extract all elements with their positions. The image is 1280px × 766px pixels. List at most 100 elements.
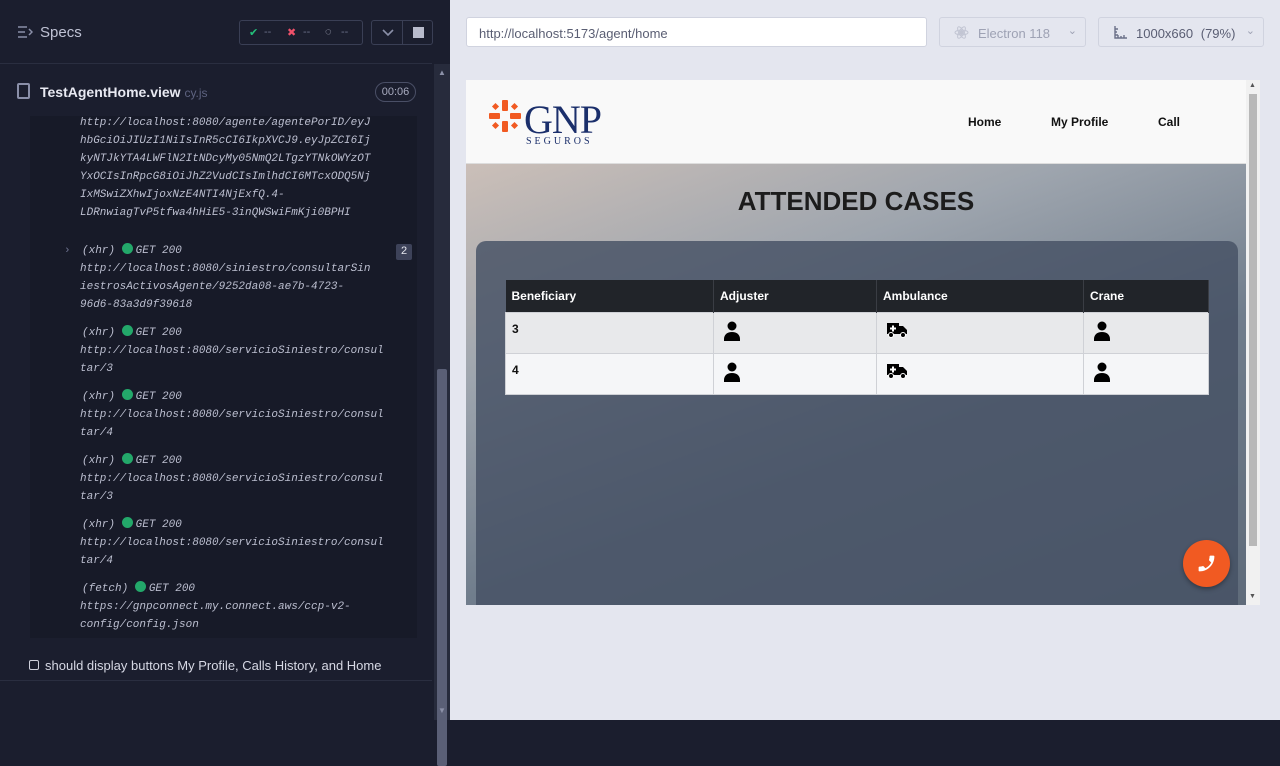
ambulance-cell[interactable] [876, 352, 1084, 395]
viewport-zoom: (79%) [1200, 26, 1236, 41]
nav-my-profile[interactable]: My Profile [1051, 115, 1108, 129]
specs-title[interactable]: Specs [40, 24, 82, 41]
status-dot-icon [121, 325, 133, 336]
table-row[interactable]: 3 [505, 311, 1209, 354]
beneficiary-cell: 4 [505, 352, 714, 395]
pending-icon: ◌ [325, 26, 332, 38]
viewport-size: 1000x660 [1136, 26, 1194, 41]
ambulance-icon[interactable] [886, 321, 908, 338]
page-title: ATTENDED CASES [737, 186, 975, 216]
scroll-up-icon[interactable]: ▲ [1249, 82, 1256, 89]
log-method: GET 200 [135, 455, 182, 467]
log-type: (fetch) [82, 583, 129, 595]
log-head: (xhr) GET 200 [82, 452, 182, 470]
url-bar[interactable]: http://localhost:5173/agent/home [466, 17, 927, 47]
specs-list-icon[interactable] [17, 25, 33, 39]
phone-icon [1198, 555, 1215, 572]
file-name-text: TestAgentHome.view [40, 84, 181, 100]
status-dot-icon [121, 453, 133, 464]
stop-icon[interactable] [413, 27, 424, 38]
crane-cell[interactable] [1083, 311, 1209, 354]
status-dot-icon [121, 243, 133, 254]
passed-count: -- [264, 26, 272, 38]
runner-panel: Specs ✔ -- ✖ -- ◌ -- TestAgentHome.view … [0, 0, 450, 766]
log-url: http://localhost:8080/servicioSiniestro/… [80, 473, 384, 503]
log-url: http://localhost:8080/siniestro/consulta… [80, 263, 371, 311]
person-icon[interactable] [1093, 321, 1111, 341]
status-dot-icon [134, 581, 146, 592]
failed-count: -- [303, 26, 311, 38]
log-head: (xhr) GET 200 [82, 516, 182, 534]
person-icon[interactable] [1093, 362, 1111, 382]
nav-home[interactable]: Home [968, 115, 1001, 129]
test-stats: ✔ -- ✖ -- ◌ -- [239, 20, 363, 45]
column-header: Adjuster [713, 280, 877, 312]
log-url: http://localhost:8080/servicioSiniestro/… [80, 409, 384, 439]
gnp-logo-icon [489, 100, 521, 132]
app-scrollbar[interactable]: ▲ ▼ [1246, 80, 1260, 605]
crane-cell[interactable] [1083, 352, 1209, 395]
log-url: http://localhost:8080/agente/agentePorID… [80, 117, 371, 219]
call-button[interactable] [1183, 540, 1230, 587]
chevron-down-icon[interactable] [382, 29, 394, 37]
log-type: (xhr) [82, 519, 116, 531]
adjuster-cell[interactable] [713, 352, 877, 395]
logo-sub: SEGUROS [526, 136, 593, 147]
test-row[interactable]: should display buttons My Profile, Calls… [0, 651, 432, 681]
adjuster-cell[interactable] [713, 311, 877, 354]
command-log: http://localhost:8080/agente/agentePorID… [30, 116, 417, 638]
log-method: GET 200 [135, 327, 182, 339]
pending-count: -- [341, 26, 349, 38]
cases-table: Beneficiary Adjuster Ambulance Crane 3 4 [505, 280, 1209, 395]
electron-icon [954, 26, 969, 39]
log-method: GET 200 [135, 519, 182, 531]
spec-file-name: TestAgentHome.view cy.js [40, 84, 208, 100]
runner-controls [371, 20, 433, 45]
ambulance-cell[interactable] [876, 311, 1084, 354]
beneficiary-cell: 3 [505, 311, 714, 354]
cases-panel: Beneficiary Adjuster Ambulance Crane 3 4 [476, 241, 1238, 605]
browser-engine: Electron 118 [978, 26, 1051, 41]
log-head: (fetch) GET 200 [82, 580, 195, 598]
app-scroll-thumb[interactable] [1249, 94, 1257, 546]
app-navbar: GNP SEGUROS Home My Profile Call [466, 80, 1246, 164]
file-ext: cy.js [184, 86, 208, 100]
runner-scrollbar[interactable]: ▲ ▼ [434, 64, 450, 766]
table-row[interactable]: 4 [505, 352, 1209, 395]
person-icon[interactable] [723, 362, 741, 382]
test-status-icon [29, 660, 39, 670]
column-header: Beneficiary [505, 280, 714, 312]
ambulance-icon[interactable] [886, 362, 908, 379]
viewport-info[interactable]: 1000x660 (79%) ⌄ [1098, 17, 1264, 47]
spec-file-row[interactable]: TestAgentHome.view cy.js 00:06 [0, 78, 432, 106]
chevron-right-icon[interactable]: › [64, 242, 71, 260]
scroll-down-icon[interactable]: ▼ [438, 706, 446, 715]
browser-selector[interactable]: Electron 118 ⌄ [939, 17, 1086, 47]
passed-icon: ✔ [249, 27, 259, 39]
specs-header: Specs ✔ -- ✖ -- ◌ -- [0, 0, 433, 64]
scroll-up-icon[interactable]: ▲ [438, 68, 446, 77]
column-header: Ambulance [876, 280, 1084, 312]
status-dot-icon [121, 389, 133, 400]
aut-panel: http://localhost:5173/agent/home Electro… [450, 0, 1280, 720]
log-method: GET 200 [135, 245, 182, 257]
table-header-row: Beneficiary Adjuster Ambulance Crane [505, 280, 1209, 312]
spec-timer: 00:06 [375, 82, 416, 102]
log-url: https://gnpconnect.my.connect.aws/ccp-v2… [80, 601, 351, 631]
log-type: (xhr) [82, 245, 116, 257]
log-method: GET 200 [135, 391, 182, 403]
status-dot-icon [121, 517, 133, 528]
hero-background: ATTENDED CASES Beneficiary Adjuster Ambu… [466, 164, 1246, 605]
chevron-down-icon: ⌄ [1067, 25, 1077, 37]
nav-call[interactable]: Call [1158, 115, 1180, 129]
app-frame: GNP SEGUROS Home My Profile Call ATTENDE… [466, 80, 1260, 605]
file-icon [17, 83, 30, 99]
log-url: http://localhost:8080/servicioSiniestro/… [80, 537, 384, 567]
log-url: http://localhost:8080/servicioSiniestro/… [80, 345, 384, 375]
log-type: (xhr) [82, 455, 116, 467]
log-type: (xhr) [82, 391, 116, 403]
column-header: Crane [1083, 280, 1209, 312]
person-icon[interactable] [723, 321, 741, 341]
log-count-badge: 2 [396, 244, 412, 260]
scroll-down-icon[interactable]: ▼ [1249, 593, 1256, 600]
